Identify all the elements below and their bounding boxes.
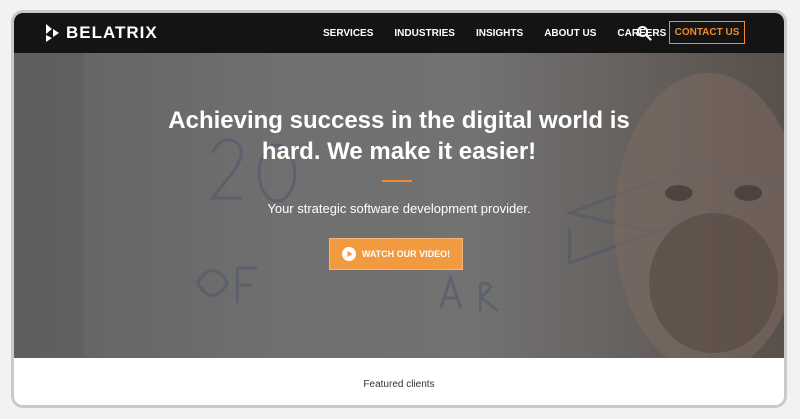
browser-frame: BELATRIX SERVICES INDUSTRIES INSIGHTS AB… bbox=[11, 10, 787, 408]
hero-subtitle: Your strategic software development prov… bbox=[267, 201, 531, 216]
nav-item-industries[interactable]: INDUSTRIES bbox=[394, 28, 455, 39]
brand-name: BELATRIX bbox=[66, 23, 158, 42]
nav-item-about-us[interactable]: ABOUT US bbox=[544, 28, 596, 39]
brand-logo[interactable]: BELATRIX bbox=[44, 23, 158, 43]
search-icon[interactable] bbox=[636, 25, 652, 41]
hero-section: Achieving success in the digital world i… bbox=[14, 53, 784, 358]
featured-clients-label: Featured clients bbox=[363, 379, 435, 390]
play-icon bbox=[341, 247, 356, 261]
featured-clients-section: Featured clients bbox=[14, 358, 784, 405]
watch-video-button[interactable]: WATCH OUR VIDEO! bbox=[329, 238, 463, 270]
hero-headline: Achieving success in the digital world i… bbox=[168, 107, 630, 165]
diamond-grid-icon bbox=[46, 24, 59, 42]
main-nav: SERVICES INDUSTRIES INSIGHTS ABOUT US CA… bbox=[323, 13, 687, 53]
headline-divider bbox=[382, 180, 412, 182]
top-navbar: BELATRIX SERVICES INDUSTRIES INSIGHTS AB… bbox=[14, 13, 784, 53]
contact-us-button[interactable]: CONTACT US bbox=[669, 21, 745, 44]
watch-video-label: WATCH OUR VIDEO! bbox=[361, 249, 451, 259]
nav-item-insights[interactable]: INSIGHTS bbox=[476, 28, 523, 39]
nav-item-services[interactable]: SERVICES bbox=[323, 28, 373, 39]
